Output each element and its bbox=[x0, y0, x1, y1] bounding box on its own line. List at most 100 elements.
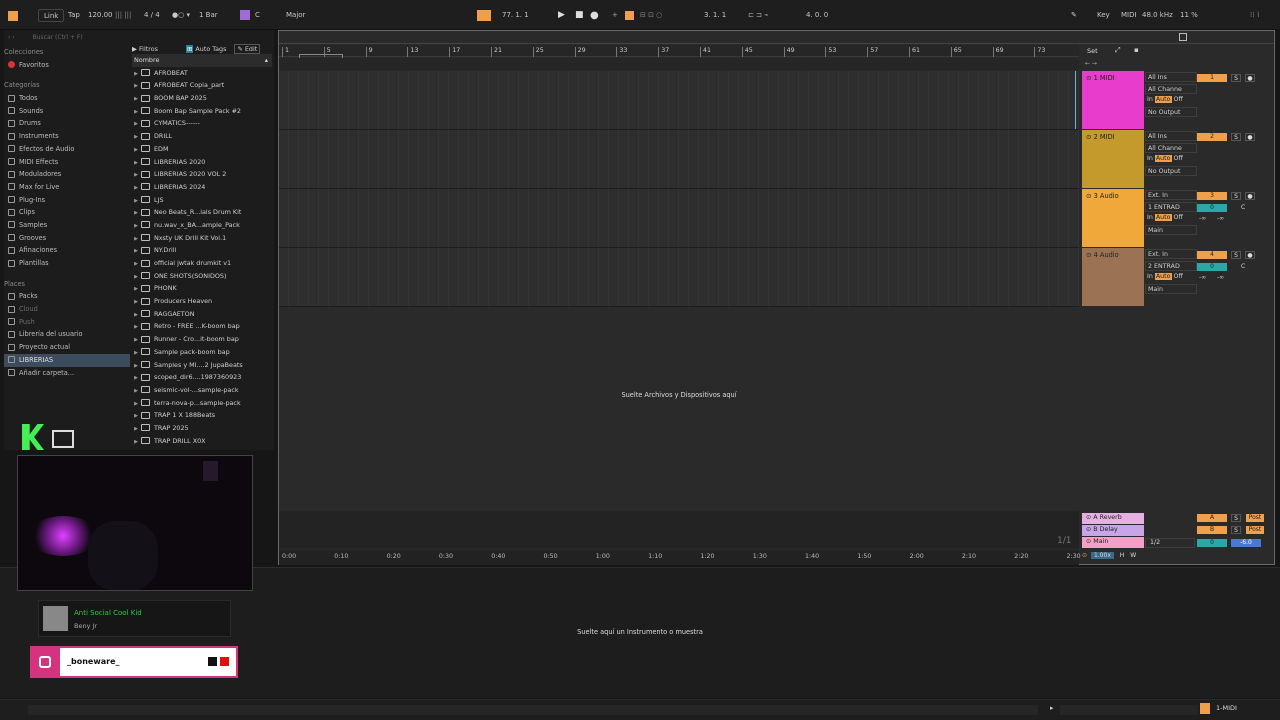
monitor-auto[interactable]: Auto bbox=[1154, 214, 1172, 221]
expand-arrow-icon[interactable]: ▶ bbox=[132, 385, 140, 397]
time-signature[interactable]: 4 / 4 bbox=[144, 9, 160, 22]
name-column-header[interactable]: Nombre ▴ bbox=[132, 54, 272, 67]
sidebar-item-add-folder[interactable]: Añadir carpeta... bbox=[4, 367, 130, 380]
status-scroll-2[interactable] bbox=[1060, 705, 1198, 715]
monitor-in[interactable]: In bbox=[1147, 273, 1153, 280]
return-activator[interactable]: A bbox=[1197, 514, 1227, 522]
expand-arrow-icon[interactable]: ▶ bbox=[132, 334, 140, 346]
return-name[interactable]: B Delay bbox=[1093, 526, 1117, 533]
record-icon[interactable]: ⊙ bbox=[1082, 552, 1087, 559]
expand-arrow-icon[interactable]: ▶ bbox=[132, 169, 140, 181]
expand-arrow-icon[interactable]: ▶ bbox=[132, 144, 140, 156]
solo-button[interactable]: S bbox=[1231, 251, 1241, 259]
sidebar-item-push[interactable]: Push bbox=[4, 316, 130, 329]
w-button[interactable]: W bbox=[1130, 552, 1136, 559]
scale-dropdown[interactable]: Major bbox=[286, 9, 330, 22]
folder-row[interactable]: ▶ Producers Heaven bbox=[132, 295, 272, 308]
folder-row[interactable]: ▶ NY.Drill bbox=[132, 244, 272, 257]
expand-arrow-icon[interactable]: ▶ bbox=[132, 360, 140, 372]
tempo-field[interactable]: 120.00 bbox=[88, 9, 113, 22]
pan-field[interactable]: C bbox=[1241, 263, 1245, 270]
return-track-header[interactable]: ⊙ B Delay bbox=[1082, 525, 1144, 536]
main-db-field[interactable]: -6.0 bbox=[1231, 539, 1261, 547]
folder-row[interactable]: ▶ terra-nova-p...sample-pack bbox=[132, 397, 272, 410]
output-dropdown[interactable]: Main bbox=[1145, 224, 1197, 235]
folder-row[interactable]: ▶ Sample pack-boom bap bbox=[132, 346, 272, 359]
monitor-buttons[interactable]: In Auto Off bbox=[1145, 272, 1197, 282]
bar-ruler[interactable]: 1 5 9 13 17 21 25 29 33 37 41 45 49 53 57 61 65 69 73 bbox=[279, 45, 1079, 59]
follow-icon[interactable] bbox=[477, 9, 491, 22]
sidebar-item-max-for-live[interactable]: Max for Live bbox=[4, 181, 130, 194]
record-icon[interactable]: ● bbox=[590, 9, 599, 22]
expand-icon[interactable]: ⤢ bbox=[1115, 46, 1121, 55]
sidebar-item-midi-effects[interactable]: MIDI Effects bbox=[4, 156, 130, 169]
sidebar-item-sounds[interactable]: Sounds bbox=[4, 105, 130, 118]
folder-row[interactable]: ▶ Nxsty UK Drill Kit Vol.1 bbox=[132, 232, 272, 245]
return-name[interactable]: A Reverb bbox=[1093, 514, 1121, 521]
expand-arrow-icon[interactable]: ▶ bbox=[132, 195, 140, 207]
track-header[interactable]: ⊙ 4 Audio bbox=[1082, 248, 1144, 306]
sidebar-item-samples[interactable]: Samples bbox=[4, 219, 130, 232]
sidebar-item-plugins[interactable]: Plug-Ins bbox=[4, 194, 130, 207]
folder-row[interactable]: ▶ LIBRERIAS 2020 VOL 2 bbox=[132, 168, 272, 181]
sidebar-item-audio-effects[interactable]: Efectos de Audio bbox=[4, 143, 130, 156]
track-name[interactable]: 4 Audio bbox=[1094, 251, 1119, 259]
folder-row[interactable]: ▶ Samples y MI....2 JupaBeats bbox=[132, 359, 272, 372]
main-volume-field[interactable]: 0 bbox=[1197, 539, 1227, 547]
return-activator[interactable]: B bbox=[1197, 526, 1227, 534]
input-type-dropdown[interactable]: All Ins bbox=[1145, 72, 1197, 82]
sidebar-item-librerias[interactable]: LIBRERIAS bbox=[4, 353, 130, 367]
expand-arrow-icon[interactable]: ▶ bbox=[132, 93, 140, 105]
nudge-icon[interactable]: ||| ||| bbox=[115, 9, 131, 22]
sidebar-item-templates[interactable]: Plantillas bbox=[4, 257, 130, 270]
fold-icon[interactable]: ⊙ bbox=[1086, 538, 1091, 545]
return-lanes[interactable] bbox=[279, 511, 1079, 549]
expand-arrow-icon[interactable]: ▶ bbox=[132, 423, 140, 435]
expand-arrow-icon[interactable]: ▶ bbox=[132, 233, 140, 245]
expand-arrow-icon[interactable]: ▶ bbox=[132, 398, 140, 410]
sidebar-item-cloud[interactable]: Cloud bbox=[4, 303, 130, 316]
play-selection-icon[interactable]: ▸ bbox=[1050, 704, 1054, 712]
stop-icon[interactable]: ■ bbox=[575, 9, 584, 22]
output-dropdown[interactable]: Main bbox=[1145, 283, 1197, 294]
track-header[interactable]: ⊙ 3 Audio bbox=[1082, 189, 1144, 247]
fold-icon[interactable]: ⊙ bbox=[1086, 526, 1091, 533]
play-icon[interactable]: ▶ bbox=[558, 9, 565, 22]
empty-area[interactable] bbox=[279, 307, 1079, 511]
solo-button[interactable]: S bbox=[1231, 526, 1241, 534]
arm-button[interactable]: ● bbox=[1245, 192, 1255, 200]
track-activator[interactable]: 2 bbox=[1197, 133, 1227, 141]
sidebar-item-current-project[interactable]: Proyecto actual bbox=[4, 341, 130, 354]
sidebar-item-favorites[interactable]: Favoritos bbox=[4, 59, 130, 72]
folder-row[interactable]: ▶ scoped_dir6....1987360923 bbox=[132, 371, 272, 384]
expand-arrow-icon[interactable]: ▶ bbox=[132, 347, 140, 359]
expand-arrow-icon[interactable]: ▶ bbox=[132, 321, 140, 333]
output-dropdown[interactable]: No Output bbox=[1145, 106, 1197, 117]
monitor-off[interactable]: Off bbox=[1174, 155, 1183, 162]
sidebar-item-clips[interactable]: Clips bbox=[4, 206, 130, 219]
key-map-button[interactable]: Key bbox=[1097, 9, 1110, 22]
speed-field[interactable]: 1.00x bbox=[1090, 552, 1114, 559]
folder-row[interactable]: ▶ official jwtak drumkit v1 bbox=[132, 257, 272, 270]
quantize-dropdown[interactable]: 1 Bar bbox=[199, 9, 218, 22]
arm-button[interactable]: ● bbox=[1245, 74, 1255, 82]
track-activator[interactable]: 4 bbox=[1197, 251, 1227, 259]
position-field[interactable]: 77. 1. 1 bbox=[502, 9, 529, 22]
solo-button[interactable]: S bbox=[1231, 192, 1241, 200]
expand-arrow-icon[interactable]: ▶ bbox=[132, 106, 140, 118]
input-type-dropdown[interactable]: All Ins bbox=[1145, 131, 1197, 141]
expand-arrow-icon[interactable]: ▶ bbox=[132, 436, 140, 448]
main-name[interactable]: Main bbox=[1093, 538, 1108, 545]
main-track-header[interactable]: ⊙ Main bbox=[1082, 537, 1144, 548]
search-input[interactable]: Buscar (Ctrl + F) bbox=[33, 34, 83, 41]
folder-row[interactable]: ▶ LIBRERIAS 2020 bbox=[132, 156, 272, 169]
lock-icon[interactable]: ▪ bbox=[1134, 46, 1139, 54]
folder-row[interactable]: ▶ DRILL bbox=[132, 130, 272, 143]
fold-icon[interactable]: ⊙ bbox=[1086, 514, 1091, 521]
loop-length-field[interactable]: 4. 0. 0 bbox=[806, 9, 828, 22]
loop-icons[interactable]: ⊟ ⊡ ○ bbox=[640, 9, 662, 22]
expand-arrow-icon[interactable]: ▶ bbox=[132, 182, 140, 194]
autotags-icon[interactable]: ⊞ bbox=[186, 45, 194, 53]
solo-button[interactable]: S bbox=[1231, 133, 1241, 141]
sidebar-item-modulators[interactable]: Moduladores bbox=[4, 168, 130, 181]
